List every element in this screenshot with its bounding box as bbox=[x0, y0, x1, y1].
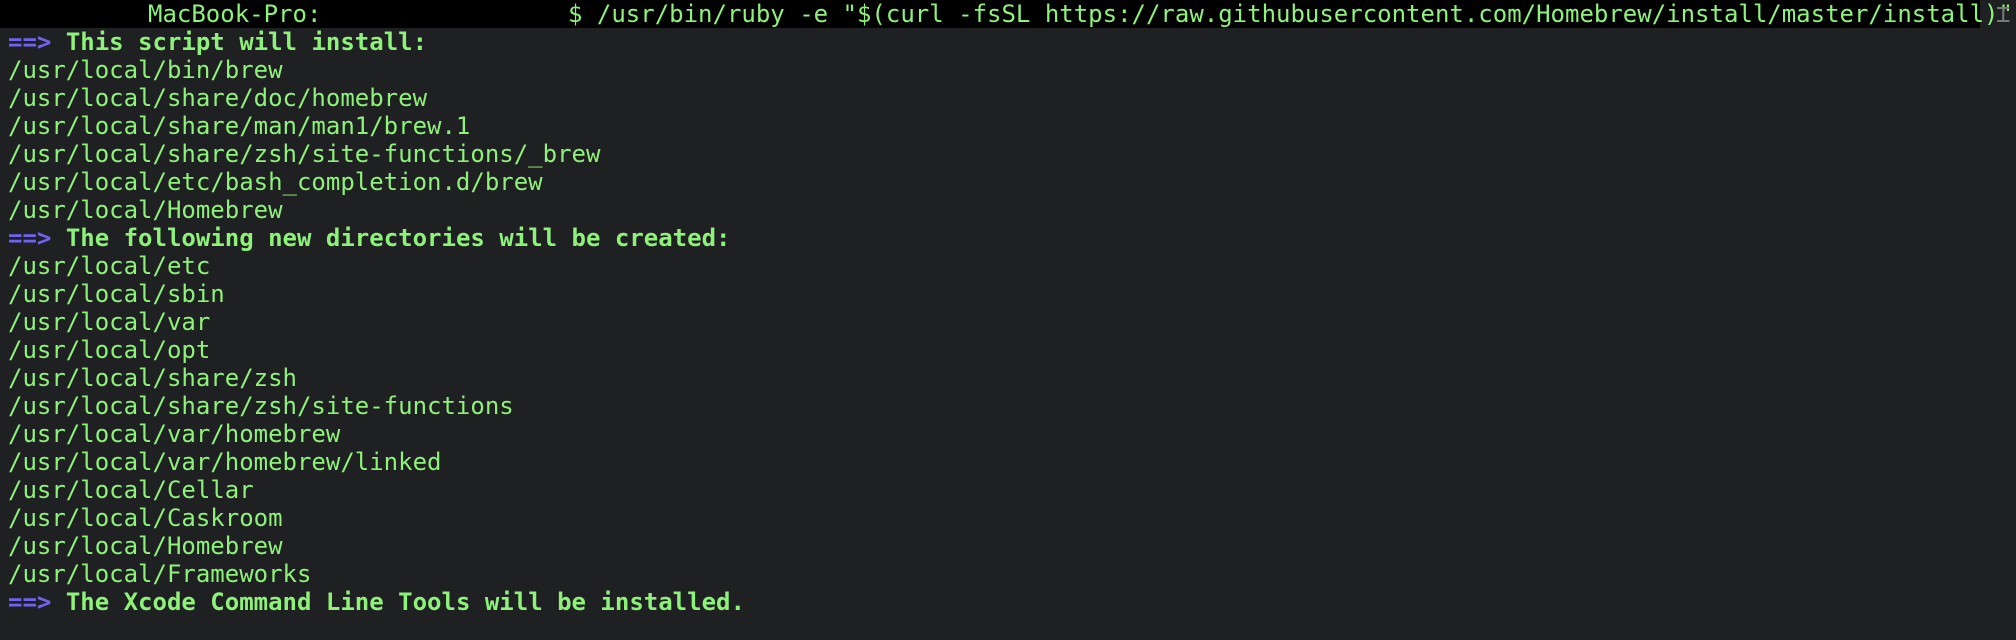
terminal-window[interactable]: MacBook-Pro: $ /usr/bin/ruby -e "$(curl … bbox=[0, 0, 2016, 640]
path-line: /usr/local/share/zsh bbox=[8, 364, 297, 392]
path-line: /usr/local/Homebrew bbox=[8, 532, 283, 560]
path-line: /usr/local/etc/bash_completion.d/brew bbox=[8, 168, 543, 196]
path-line: /usr/local/Caskroom bbox=[8, 504, 283, 532]
path-line: /usr/local/share/zsh/site-functions bbox=[8, 392, 514, 420]
path-line: /usr/local/var/homebrew bbox=[8, 420, 341, 448]
section-heading: ==> This script will install: bbox=[8, 28, 2008, 56]
prompt-command: $ /usr/bin/ruby -e "$(curl -fsSL https:/… bbox=[568, 0, 2013, 28]
path-line: /usr/local/opt bbox=[8, 336, 211, 364]
section-heading-text: This script will install: bbox=[65, 28, 428, 56]
terminal-output: ==> This script will install:/usr/local/… bbox=[8, 28, 2008, 616]
path-line: /usr/local/var bbox=[8, 308, 211, 336]
path-line: /usr/local/Cellar bbox=[8, 476, 254, 504]
path-line: /usr/local/share/zsh/site-functions/_bre… bbox=[8, 140, 601, 168]
path-line: /usr/local/share/doc/homebrew bbox=[8, 84, 428, 112]
section-heading-text: The Xcode Command Line Tools will be ins… bbox=[65, 588, 745, 616]
prompt-line: MacBook-Pro: $ /usr/bin/ruby -e "$(curl … bbox=[0, 0, 2013, 28]
path-line: /usr/local/var/homebrew/linked bbox=[8, 448, 442, 476]
section-heading-text: The following new directories will be cr… bbox=[65, 224, 731, 252]
arrow-icon: ==> bbox=[8, 588, 52, 616]
prompt-hostname: MacBook-Pro: bbox=[148, 0, 322, 28]
path-line: /usr/local/Homebrew bbox=[8, 196, 283, 224]
arrow-icon: ==> bbox=[8, 28, 52, 56]
section-heading: ==> The following new directories will b… bbox=[8, 224, 2008, 252]
redacted-username bbox=[318, 0, 568, 28]
path-line: /usr/local/etc bbox=[8, 252, 211, 280]
arrow-icon: ==> bbox=[8, 224, 52, 252]
path-line: /usr/local/share/man/man1/brew.1 bbox=[8, 112, 471, 140]
path-line: /usr/local/Frameworks bbox=[8, 560, 312, 588]
path-line: /usr/local/sbin bbox=[8, 280, 225, 308]
path-line: /usr/local/bin/brew bbox=[8, 56, 283, 84]
text-cursor-icon: ⌶ bbox=[1996, 0, 2011, 28]
section-heading: ==> The Xcode Command Line Tools will be… bbox=[8, 588, 2008, 616]
